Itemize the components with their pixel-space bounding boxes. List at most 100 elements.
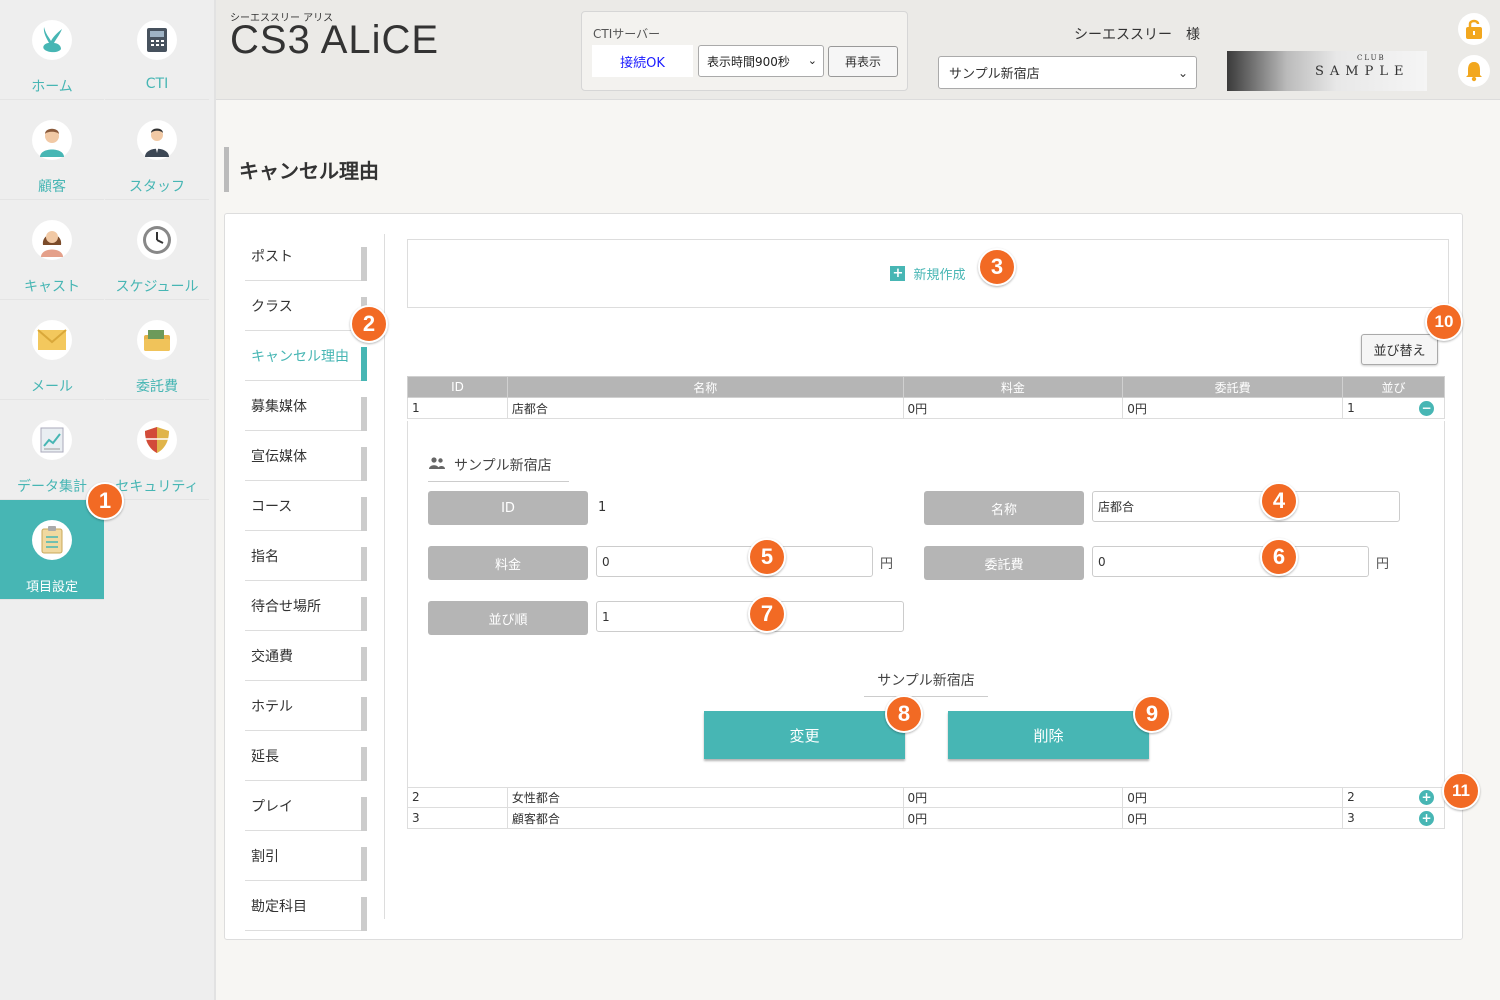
nav-label: キャスト <box>24 279 80 295</box>
annotation-badge: 6 <box>1260 538 1298 576</box>
subnav-item-extension[interactable]: 延長 <box>245 731 367 781</box>
annotation-badge: 11 <box>1442 772 1480 810</box>
column-header-commission: 委託費 <box>1122 376 1344 398</box>
plus-icon: + <box>890 266 906 281</box>
chevron-down-icon: ⌄ <box>1177 66 1188 80</box>
clipboard-icon <box>32 520 72 560</box>
nav-item-schedule[interactable]: スケジュール <box>105 200 209 300</box>
subnav-item-post[interactable]: ポスト <box>245 231 367 281</box>
clock-icon <box>137 220 177 260</box>
nav-item-home[interactable]: ホーム <box>0 0 104 100</box>
cti-panel: CTIサーバー 接続OK 表示時間900秒 ⌄ 再表示 <box>581 11 908 91</box>
change-button[interactable]: 変更 <box>704 711 905 759</box>
annotation-badge: 3 <box>978 248 1016 286</box>
annotation-badge: 9 <box>1133 695 1171 733</box>
name-input[interactable]: 店都合 <box>1092 491 1400 522</box>
refresh-button[interactable]: 再表示 <box>828 46 898 77</box>
nav-label: 顧客 <box>38 179 66 195</box>
lock-icon[interactable] <box>1458 13 1490 45</box>
nav-label: セキュリティ <box>115 479 199 495</box>
cell-order: 3 + <box>1342 807 1445 829</box>
nav-label: メール <box>31 379 73 395</box>
detail-form: サンプル新宿店 ID 1 名称 店都合 料金 0 円 委託費 0 円 並び順 1… <box>407 421 1445 788</box>
subnav-item-transport[interactable]: 交通費 <box>245 631 367 681</box>
chart-icon <box>32 420 72 460</box>
table-row[interactable]: 2 女性都合 0円 0円 2 + <box>407 786 1445 808</box>
column-header-order: 並び <box>1342 376 1445 398</box>
subnav-item-discount[interactable]: 割引 <box>245 831 367 881</box>
expand-icon[interactable]: + <box>1419 790 1434 805</box>
cast-icon <box>32 220 72 260</box>
nav-label: 委託費 <box>136 379 178 395</box>
id-value: 1 <box>598 500 607 515</box>
column-header-fee: 料金 <box>902 376 1124 398</box>
nav-label: CTI <box>145 76 169 92</box>
commission-input[interactable]: 0 <box>1092 546 1369 577</box>
table-header-row: ID 名称 料金 委託費 並び <box>407 376 1445 398</box>
staff-icon <box>137 120 177 160</box>
cell-commission: 0円 <box>1122 786 1344 808</box>
order-value: 2 <box>1347 790 1355 804</box>
nav-item-customer[interactable]: 顧客 <box>0 100 104 200</box>
cell-fee: 0円 <box>902 807 1124 829</box>
column-header-id: ID <box>407 376 508 398</box>
annotation-badge: 10 <box>1425 303 1463 341</box>
divider <box>384 234 385 919</box>
new-create-link[interactable]: + 新規作成 <box>890 264 966 283</box>
nav-item-cti[interactable]: CTI <box>105 0 209 100</box>
logo-text: SAMPLE <box>1315 64 1410 79</box>
header: シーエススリー アリス CS3 ALiCE CTIサーバー 接続OK 表示時間9… <box>216 0 1500 100</box>
detail-store-name: サンプル新宿店 <box>454 458 552 474</box>
nav-item-data[interactable]: データ集計 <box>0 400 104 500</box>
annotation-badge: 1 <box>86 482 124 520</box>
column-header-name: 名称 <box>506 376 904 398</box>
annotation-badge: 4 <box>1260 482 1298 520</box>
nav-label: 項目設定 <box>25 580 78 595</box>
subnav-item-play[interactable]: プレイ <box>245 781 367 831</box>
subnav-item-ad-media[interactable]: 宣伝媒体 <box>245 431 367 481</box>
fee-unit: 円 <box>880 557 894 572</box>
cell-commission: 0円 <box>1122 397 1344 419</box>
table-row[interactable]: 1 店都合 0円 0円 1− <box>407 397 1445 419</box>
sort-button[interactable]: 並び替え <box>1361 334 1438 365</box>
order-value: 1 <box>1347 401 1355 415</box>
commission-unit: 円 <box>1376 557 1390 572</box>
cell-commission: 0円 <box>1122 807 1344 829</box>
cell-order: 1− <box>1342 397 1445 419</box>
nav-item-cast[interactable]: キャスト <box>0 200 104 300</box>
cti-label: CTIサーバー <box>593 27 661 41</box>
subnav-item-hotel[interactable]: ホテル <box>245 681 367 731</box>
nav-item-mail[interactable]: メール <box>0 300 104 400</box>
bell-icon[interactable] <box>1458 55 1490 87</box>
nav-item-staff[interactable]: スタッフ <box>105 100 209 200</box>
subnav-item-nomination[interactable]: 指名 <box>245 531 367 581</box>
delete-button[interactable]: 削除 <box>948 711 1149 759</box>
nav-item-security[interactable]: セキュリティ <box>105 400 209 500</box>
cell-fee: 0円 <box>902 397 1124 419</box>
subnav-item-class[interactable]: クラス <box>245 281 367 331</box>
annotation-badge: 7 <box>748 595 786 633</box>
subnav-item-cancel-reason[interactable]: キャンセル理由 <box>245 331 367 381</box>
footer-store-heading: サンプル新宿店 <box>864 670 988 697</box>
app-title: CS3 ALiCE <box>230 18 440 62</box>
users-icon <box>428 457 446 473</box>
table-row[interactable]: 3 顧客都合 0円 0円 3 + <box>407 807 1445 829</box>
cti-status: 接続OK <box>592 45 693 77</box>
subnav-item-account[interactable]: 勘定科目 <box>245 881 367 931</box>
annotation-badge: 8 <box>885 695 923 733</box>
expand-icon[interactable]: + <box>1419 811 1434 826</box>
cell-id: 3 <box>407 807 508 829</box>
order-value: 3 <box>1347 811 1355 825</box>
annotation-badge: 2 <box>350 305 388 343</box>
display-time-select[interactable]: 表示時間900秒 ⌄ <box>698 45 824 77</box>
collapse-icon[interactable]: − <box>1419 401 1434 416</box>
nav-item-settings[interactable]: 項目設定 <box>0 500 104 600</box>
store-select[interactable]: サンプル新宿店 ⌄ <box>938 56 1197 89</box>
nav-label: ホーム <box>31 79 73 95</box>
new-create-label: 新規作成 <box>913 268 966 283</box>
subnav-item-recruit-media[interactable]: 募集媒体 <box>245 381 367 431</box>
fee-input[interactable]: 0 <box>596 546 873 577</box>
nav-item-commission[interactable]: 委託費 <box>105 300 209 400</box>
subnav-item-meeting-place[interactable]: 待合せ場所 <box>245 581 367 631</box>
subnav-item-course[interactable]: コース <box>245 481 367 531</box>
